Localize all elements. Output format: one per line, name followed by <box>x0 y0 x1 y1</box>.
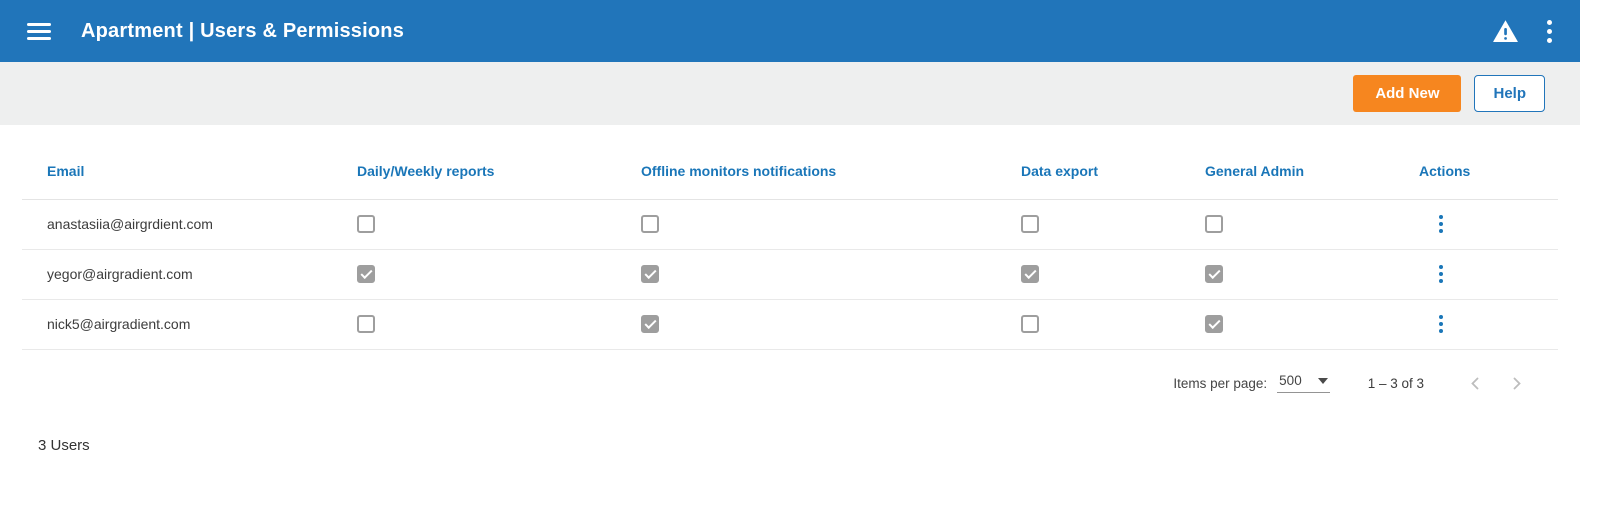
permission-checkbox[interactable] <box>1205 265 1223 284</box>
hamburger-menu-icon[interactable] <box>27 22 51 40</box>
column-header-daily-weekly-reports: Daily/Weekly reports <box>357 143 641 200</box>
table-row: anastasiia@airgrdient.com <box>22 199 1558 250</box>
column-header-data-export: Data export <box>1021 143 1205 200</box>
row-actions-kebab-icon[interactable] <box>1437 313 1445 335</box>
kebab-menu-icon[interactable] <box>1541 18 1558 45</box>
column-header-offline-monitors-notifications: Offline monitors notifications <box>641 143 1021 200</box>
table-row: nick5@airgradient.com <box>22 299 1558 350</box>
users-permissions-table: Email Daily/Weekly reports Offline monit… <box>22 143 1558 350</box>
email-cell: nick5@airgradient.com <box>22 299 357 350</box>
pagination-bar: Items per page: 500 1 – 3 of 3 <box>0 372 1528 395</box>
table-header-row: Email Daily/Weekly reports Offline monit… <box>22 143 1558 200</box>
permission-checkbox[interactable] <box>1205 215 1223 234</box>
help-button[interactable]: Help <box>1474 75 1545 112</box>
user-count-label: 3 Users <box>38 436 90 454</box>
pagination-range: 1 – 3 of 3 <box>1367 375 1424 391</box>
items-per-page-value: 500 <box>1279 373 1302 388</box>
main-content: Email Daily/Weekly reports Offline monit… <box>0 125 1580 454</box>
page-title: Apartment | Users & Permissions <box>81 19 405 42</box>
permission-checkbox[interactable] <box>357 265 375 284</box>
appbar-actions <box>1492 18 1558 45</box>
permission-checkbox[interactable] <box>357 315 375 334</box>
permission-checkbox[interactable] <box>357 215 375 234</box>
table-body: anastasiia@airgrdient.com yegor@airgradi… <box>22 199 1558 350</box>
permission-checkbox[interactable] <box>641 265 659 284</box>
email-cell: anastasiia@airgrdient.com <box>22 199 357 250</box>
permission-checkbox[interactable] <box>1205 315 1223 334</box>
items-per-page-label: Items per page: <box>1173 375 1268 391</box>
permission-checkbox[interactable] <box>641 215 659 234</box>
column-header-email: Email <box>22 143 357 200</box>
add-new-button[interactable]: Add New <box>1353 75 1462 112</box>
permission-checkbox[interactable] <box>1021 215 1039 234</box>
app-bar: Apartment | Users & Permissions <box>0 0 1580 62</box>
chevron-down-icon <box>1317 377 1328 384</box>
warning-triangle-icon[interactable] <box>1492 19 1519 43</box>
table-row: yegor@airgradient.com <box>22 249 1558 300</box>
next-page-icon[interactable] <box>1505 372 1528 395</box>
column-header-actions: Actions <box>1419 143 1558 200</box>
permission-checkbox[interactable] <box>1021 265 1039 284</box>
row-actions-kebab-icon[interactable] <box>1437 263 1445 285</box>
email-cell: yegor@airgradient.com <box>22 249 357 300</box>
items-per-page-select[interactable]: 500 <box>1277 373 1330 393</box>
action-toolbar: Add New Help <box>0 62 1580 125</box>
permission-checkbox[interactable] <box>1021 315 1039 334</box>
row-actions-kebab-icon[interactable] <box>1437 213 1445 235</box>
previous-page-icon[interactable] <box>1464 372 1487 395</box>
column-header-general-admin: General Admin <box>1205 143 1419 200</box>
app-window: Apartment | Users & Permissions Add New … <box>0 0 1580 454</box>
permission-checkbox[interactable] <box>641 315 659 334</box>
